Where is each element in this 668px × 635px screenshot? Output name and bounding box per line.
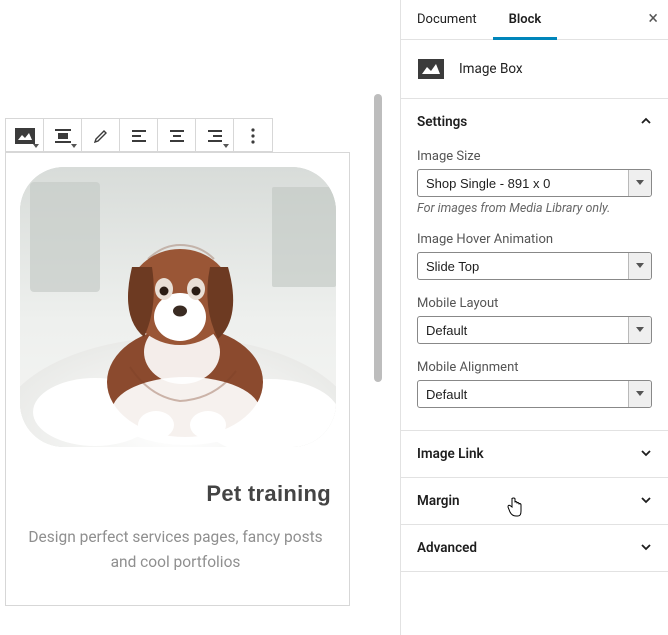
- text-align-center-button[interactable]: [158, 119, 196, 153]
- hover-animation-label: Image Hover Animation: [417, 232, 652, 247]
- image-size-help: For images from Media Library only.: [417, 201, 652, 216]
- block-card: Image Box: [401, 40, 668, 99]
- chevron-down-icon: [640, 539, 652, 557]
- panel-advanced: Advanced: [401, 525, 668, 572]
- panel-margin: Margin: [401, 478, 668, 525]
- image-box-block[interactable]: Pet training Design perfect services pag…: [5, 152, 350, 606]
- tab-block[interactable]: Block: [493, 0, 558, 40]
- block-card-title: Image Box: [459, 61, 523, 77]
- field-hover-animation: Image Hover Animation Slide Top: [417, 232, 652, 280]
- panel-advanced-toggle[interactable]: Advanced: [401, 525, 668, 571]
- panel-image-link-toggle[interactable]: Image Link: [401, 431, 668, 477]
- tab-document[interactable]: Document: [401, 0, 493, 40]
- mobile-alignment-label: Mobile Alignment: [417, 360, 652, 375]
- more-icon: [251, 128, 255, 144]
- image-box-title[interactable]: Pet training: [20, 481, 331, 507]
- panel-margin-title: Margin: [417, 493, 460, 509]
- mobile-alignment-select[interactable]: Default: [417, 380, 652, 408]
- close-sidebar-button[interactable]: ×: [648, 10, 658, 28]
- text-align-left-button[interactable]: [120, 119, 158, 153]
- settings-sidebar: Document Block × Image Box Settings Imag…: [400, 0, 668, 635]
- mobile-layout-label: Mobile Layout: [417, 296, 652, 311]
- text-align-right-icon: [208, 130, 222, 142]
- chevron-up-icon: [640, 113, 652, 131]
- image-size-label: Image Size: [417, 149, 652, 164]
- chevron-down-icon: [640, 492, 652, 510]
- align-button[interactable]: [44, 119, 82, 153]
- mobile-layout-select[interactable]: Default: [417, 316, 652, 344]
- close-icon: ×: [648, 8, 658, 29]
- panel-image-link-title: Image Link: [417, 446, 484, 462]
- image-box-icon: [417, 58, 445, 80]
- block-switcher-button[interactable]: [6, 119, 44, 153]
- image-size-select[interactable]: Shop Single - 891 x 0: [417, 169, 652, 197]
- sidebar-tabs: Document Block ×: [401, 0, 668, 40]
- text-align-center-icon: [170, 130, 184, 142]
- image-box-description[interactable]: Design perfect services pages, fancy pos…: [20, 525, 331, 575]
- pencil-icon: [94, 129, 108, 143]
- field-image-size: Image Size Shop Single - 891 x 0 For ima…: [417, 149, 652, 216]
- align-icon: [55, 129, 71, 143]
- panel-settings-toggle[interactable]: Settings: [401, 99, 668, 145]
- block-toolbar: [5, 118, 273, 152]
- field-mobile-alignment: Mobile Alignment Default: [417, 360, 652, 408]
- edit-button[interactable]: [82, 119, 120, 153]
- image-preview: [20, 167, 336, 447]
- editor-scrollbar[interactable]: [374, 94, 382, 382]
- editor-canvas: Pet training Design perfect services pag…: [0, 118, 375, 618]
- panel-margin-toggle[interactable]: Margin: [401, 478, 668, 524]
- field-mobile-layout: Mobile Layout Default: [417, 296, 652, 344]
- text-align-left-icon: [132, 130, 146, 142]
- image-block-icon: [15, 128, 35, 144]
- more-button[interactable]: [234, 119, 272, 153]
- text-align-right-button[interactable]: [196, 119, 234, 153]
- panel-advanced-title: Advanced: [417, 540, 477, 556]
- hover-animation-select[interactable]: Slide Top: [417, 252, 652, 280]
- chevron-down-icon: [640, 445, 652, 463]
- panel-settings: Settings Image Size Shop Single - 891 x …: [401, 99, 668, 431]
- panel-settings-title: Settings: [417, 114, 467, 130]
- panel-image-link: Image Link: [401, 431, 668, 478]
- panel-settings-body: Image Size Shop Single - 891 x 0 For ima…: [401, 149, 668, 430]
